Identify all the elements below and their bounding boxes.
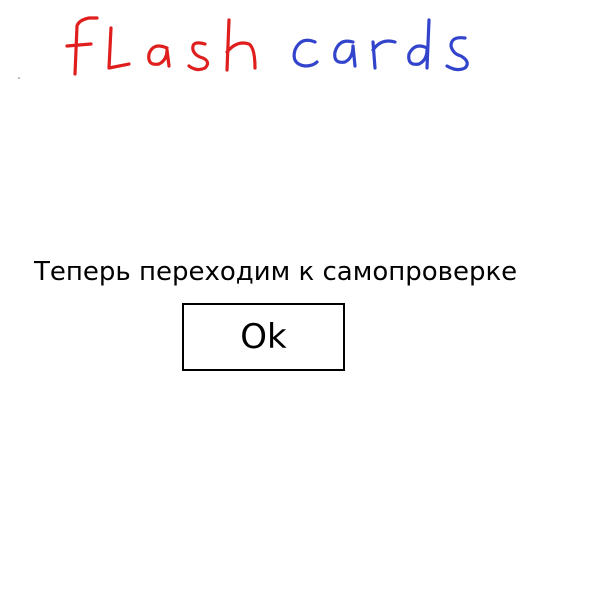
flash-cards-logo xyxy=(55,6,485,86)
dialog-message: Теперь переходим к самопроверке xyxy=(34,257,518,287)
logo-word-cards xyxy=(292,18,469,72)
ok-button[interactable]: Ok xyxy=(182,303,345,371)
logo-word-flash xyxy=(65,16,257,76)
stray-pixel xyxy=(18,77,20,79)
flash-cards-handwritten-logo xyxy=(65,16,469,76)
